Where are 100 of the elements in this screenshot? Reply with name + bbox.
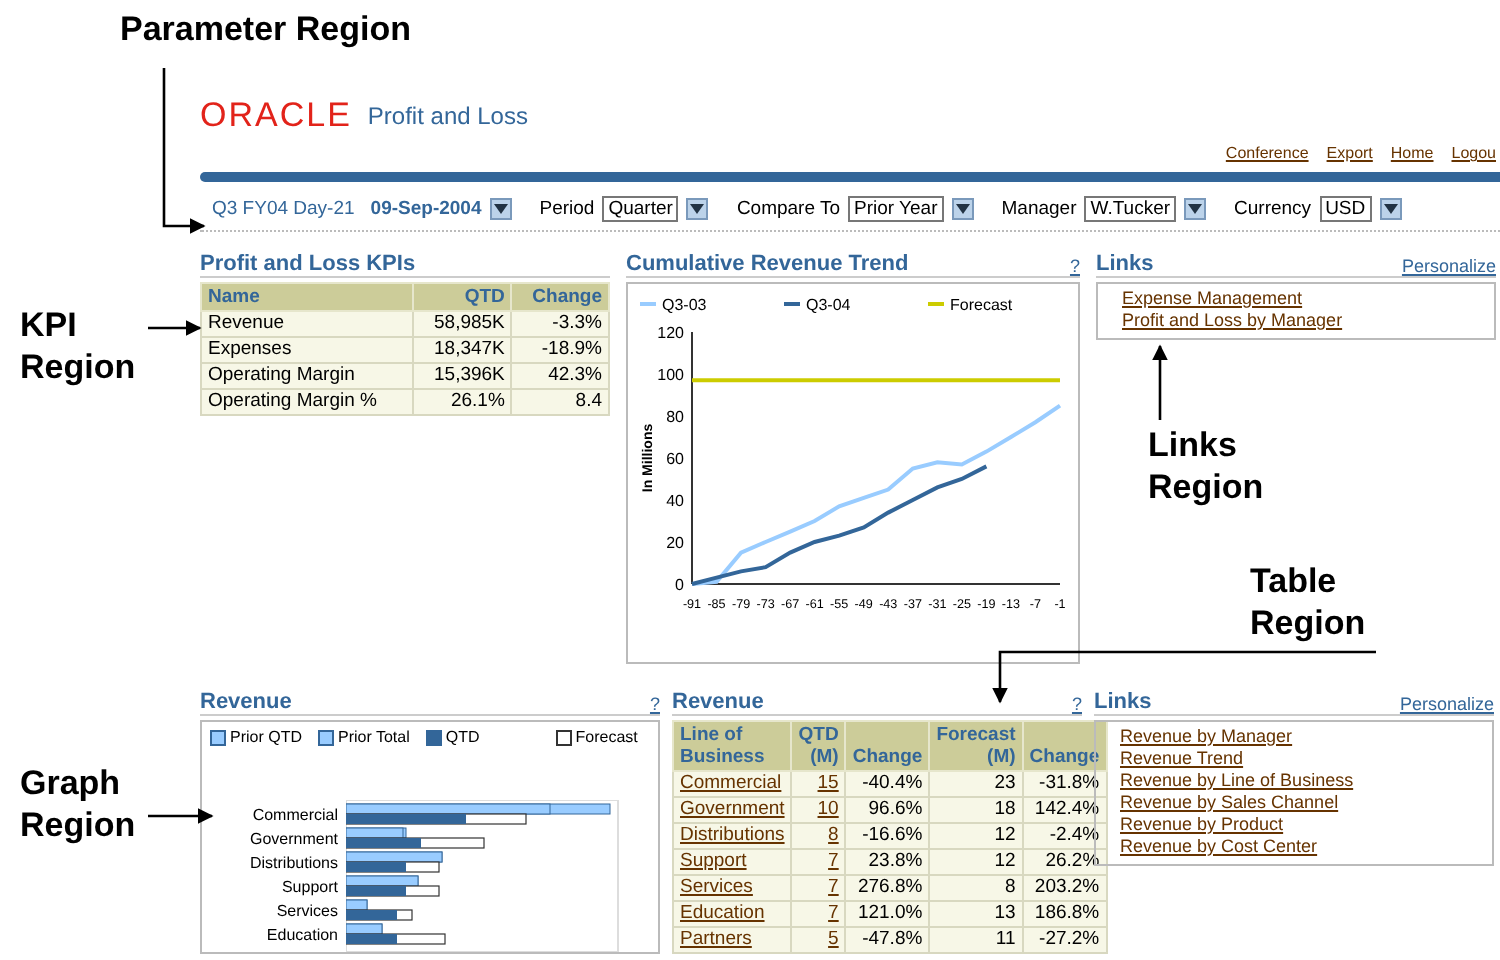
field-label: Compare To (736, 198, 841, 220)
global-link[interactable]: Home (1390, 144, 1434, 168)
report-link[interactable]: Revenue Trend (1120, 748, 1468, 768)
tick-label: 120 (657, 324, 684, 342)
help-link[interactable]: ? (649, 694, 660, 714)
personalize-link[interactable]: Personalize (1401, 256, 1496, 276)
column-header: Line of Business (673, 721, 792, 771)
category-label: Education (266, 924, 338, 948)
legend-label: Prior Total (338, 728, 410, 746)
period-label: Q3 FY04 Day-21 (212, 198, 355, 220)
report-link[interactable]: Revenue by Manager (1120, 726, 1468, 746)
global-link[interactable]: Conference (1225, 144, 1309, 168)
global-link[interactable]: Logou (1451, 144, 1496, 168)
report-link[interactable]: Revenue by Sales Channel (1120, 792, 1468, 812)
date-value: 09-Sep-2004 (370, 198, 482, 220)
column-header: Change (1022, 721, 1107, 771)
table-link[interactable]: 7 (828, 850, 839, 872)
category-label: Distributions (249, 852, 338, 876)
table-cell: -18.9% (511, 337, 609, 363)
select-field[interactable]: Prior Year (848, 196, 944, 222)
column-header: Forecast (M) (929, 721, 1023, 771)
help-link[interactable]: ? (1071, 694, 1082, 714)
tick-label: 0 (675, 576, 684, 594)
tick-label: 40 (666, 492, 684, 510)
section-title: Links (1096, 252, 1154, 276)
table-cell: 12 (929, 823, 1023, 849)
select-field[interactable]: USD (1319, 196, 1372, 222)
table-cell: -47.8% (845, 927, 930, 953)
table-cell: 23.8% (845, 849, 930, 875)
dropdown-button[interactable] (1184, 198, 1207, 220)
category-label: Commercial (252, 804, 338, 828)
callout-label: Parameter Region (120, 8, 411, 50)
dropdown-button[interactable] (686, 198, 709, 220)
section-title: Revenue (672, 690, 764, 714)
field-label: Currency (1234, 198, 1312, 220)
table-cell: 8 (929, 875, 1023, 901)
section-title: Revenue (200, 690, 292, 714)
select-field[interactable]: Quarter (602, 196, 679, 222)
table-cell: 18,347K (413, 337, 512, 363)
section-title: Links (1094, 690, 1152, 714)
table-cell: 203.2% (1022, 875, 1107, 901)
table-link[interactable]: 5 (828, 928, 839, 950)
legend-label: Prior QTD (230, 728, 302, 746)
callout-label: KPI Region (20, 304, 136, 388)
help-link[interactable]: ? (1069, 256, 1080, 276)
table-cell: 13 (929, 901, 1023, 927)
table-link[interactable]: 7 (828, 902, 839, 924)
table-cell: Operating Margin (201, 363, 414, 389)
table-cell: Revenue (201, 311, 414, 337)
global-link[interactable]: Export (1326, 144, 1373, 168)
report-link[interactable]: Revenue by Product (1120, 814, 1468, 834)
table-cell: 96.6% (845, 797, 930, 823)
report-link[interactable]: Revenue by Line of Business (1120, 770, 1468, 790)
column-header: QTD (M) (791, 721, 846, 771)
table-cell: -27.2% (1022, 927, 1107, 953)
dropdown-button[interactable] (951, 198, 974, 220)
column-header: Name (201, 283, 414, 311)
logo: ORACLE (200, 96, 352, 136)
report-link[interactable]: Expense Management (1122, 288, 1470, 308)
legend-label: Forecast (950, 296, 1014, 314)
table-cell: 18 (929, 797, 1023, 823)
dropdown-button[interactable] (1379, 198, 1402, 220)
table-link[interactable]: 7 (828, 876, 839, 898)
tick-label: 20 (666, 534, 684, 552)
personalize-link[interactable]: Personalize (1399, 694, 1494, 714)
table-cell: -3.3% (511, 311, 609, 337)
column-header: Change (511, 283, 609, 311)
table-cell: 15,396K (413, 363, 512, 389)
dropdown-button[interactable] (489, 198, 512, 220)
report-link[interactable]: Revenue by Cost Center (1120, 836, 1468, 856)
legend-label: Forecast (575, 728, 638, 746)
table-cell: -16.6% (845, 823, 930, 849)
legend-label: Q3-03 (662, 296, 708, 314)
legend-item: Forecast (928, 296, 1013, 314)
field-label: Manager (1001, 198, 1077, 220)
table-cell: 11 (929, 927, 1023, 953)
select-field[interactable]: W.Tucker (1084, 196, 1177, 222)
table-link[interactable]: 8 (828, 824, 839, 846)
table-cell: 121.0% (845, 901, 930, 927)
legend-item: Q3-04 (784, 296, 851, 314)
callout-arrow (1152, 344, 1168, 420)
callout-label: Links Region (1148, 424, 1264, 508)
table-cell: 23 (929, 771, 1023, 797)
legend-label: Q3-04 (806, 296, 852, 314)
report-link[interactable]: Profit and Loss by Manager (1122, 310, 1470, 330)
app-title: Profit and Loss (367, 102, 528, 130)
table-cell: 42.3% (511, 363, 609, 389)
callout-label: Table Region (1250, 560, 1366, 644)
callout-arrow (148, 320, 202, 336)
table-cell: 26.1% (413, 389, 512, 415)
tick-label: 100 (657, 366, 684, 384)
table-cell: 58,985K (413, 311, 512, 337)
table-cell: Expenses (201, 337, 414, 363)
table-cell: Operating Margin % (201, 389, 414, 415)
callout-arrow (148, 808, 214, 824)
table-cell: 276.8% (845, 875, 930, 901)
category-label: Government (249, 828, 338, 852)
tick-label: 80 (666, 408, 684, 426)
field-label: Period (539, 198, 595, 220)
legend-label: QTD (445, 728, 480, 746)
